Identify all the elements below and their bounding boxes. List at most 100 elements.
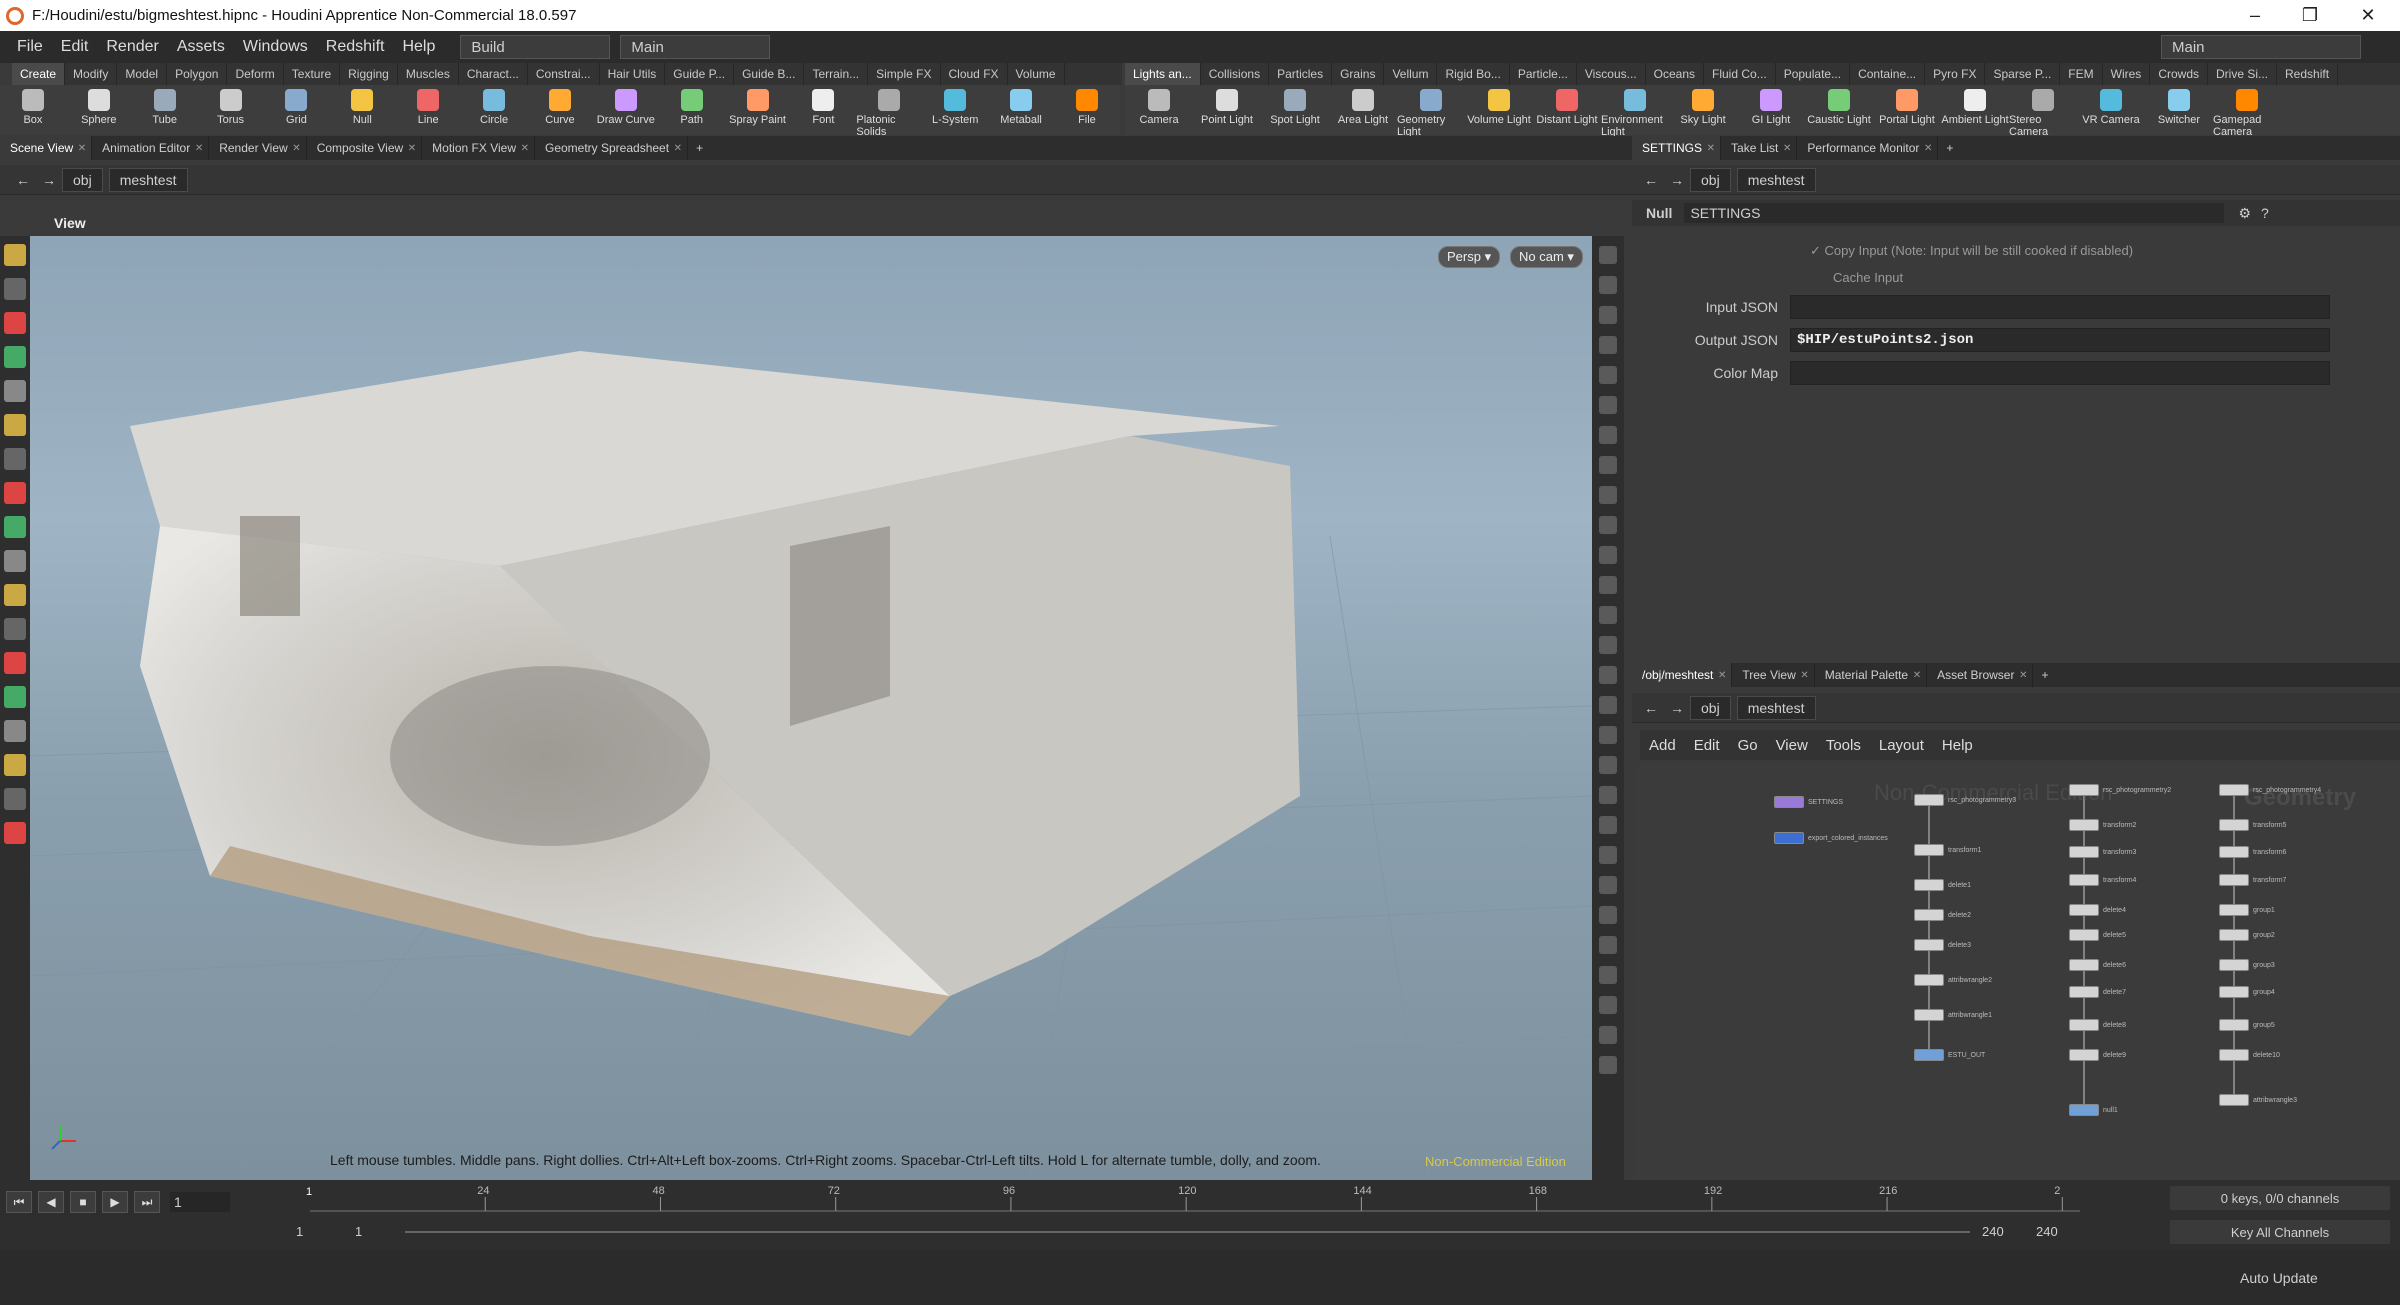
forward-arrow-icon[interactable]: → xyxy=(42,172,56,188)
tab-close-icon[interactable]: ✕ xyxy=(408,143,416,154)
net-back-icon[interactable]: ← xyxy=(1644,700,1658,716)
tab-take-list[interactable]: Take List ✕ xyxy=(1721,136,1798,160)
right-desktop-selector[interactable]: Main xyxy=(2161,35,2361,59)
menu-file[interactable]: File xyxy=(8,38,52,56)
display-option-4-icon[interactable] xyxy=(1599,366,1617,384)
network-node-settings[interactable]: SETTINGS xyxy=(1774,796,1843,808)
tool-curve[interactable]: Curve xyxy=(527,85,593,126)
network-menu-help[interactable]: Help xyxy=(1933,737,1982,754)
timeline-ruler[interactable]: 24 48 72 96 120 144 168 192 216 2 1 xyxy=(290,1183,2080,1219)
parm-back-icon[interactable]: ← xyxy=(1644,172,1658,188)
display-option-27-icon[interactable] xyxy=(1599,1056,1617,1074)
display-option-14-icon[interactable] xyxy=(1599,666,1617,684)
add-tab-icon[interactable]: + xyxy=(696,141,703,155)
network-menu-layout[interactable]: Layout xyxy=(1870,737,1933,754)
tab-obj-meshtest[interactable]: /obj/meshtest ✕ xyxy=(1632,663,1733,687)
shelf-tab-modify[interactable]: Modify xyxy=(65,63,118,85)
network-node-transform7[interactable]: transform7 xyxy=(2219,874,2286,886)
output-json-field[interactable]: $HIP/estuPoints2.json xyxy=(1790,328,2330,352)
display-option-15-icon[interactable] xyxy=(1599,696,1617,714)
gear-icon[interactable]: ⚙ xyxy=(2238,205,2251,222)
tab-close-icon[interactable]: ✕ xyxy=(78,143,86,154)
tab-close-icon[interactable]: ✕ xyxy=(1800,670,1808,681)
jump-end-icon[interactable]: ⏭ xyxy=(134,1191,160,1213)
play-reverse-icon[interactable]: ◀ xyxy=(38,1191,64,1213)
display-option-9-icon[interactable] xyxy=(1599,516,1617,534)
network-node-delete2[interactable]: delete2 xyxy=(1914,909,1971,921)
range-end2-field[interactable]: 240 xyxy=(2036,1224,2058,1239)
viewport-tool-5-icon[interactable] xyxy=(4,414,26,436)
shelf-tab-pyro-fx[interactable]: Pyro FX xyxy=(1925,63,1986,85)
back-arrow-icon[interactable]: ← xyxy=(16,172,30,188)
tab-tree-view[interactable]: Tree View ✕ xyxy=(1732,663,1815,687)
tool-box[interactable]: Box xyxy=(0,85,66,126)
tool-metaball[interactable]: Metaball xyxy=(988,85,1054,126)
shelf-tab-vellum[interactable]: Vellum xyxy=(1384,63,1438,85)
parm-path-root[interactable]: obj xyxy=(1690,167,1731,192)
network-node-attribwrangle1[interactable]: attribwrangle1 xyxy=(1914,1009,1992,1021)
display-option-12-icon[interactable] xyxy=(1599,606,1617,624)
tool-switcher[interactable]: Switcher xyxy=(2145,85,2213,126)
camera-menu[interactable]: No cam ▾ xyxy=(1510,246,1583,268)
menu-help[interactable]: Help xyxy=(393,38,444,56)
tab-close-icon[interactable]: ✕ xyxy=(1913,670,1921,681)
viewport-tool-2-icon[interactable] xyxy=(4,312,26,334)
tool-spray-paint[interactable]: Spray Paint xyxy=(725,85,791,126)
node-name-field[interactable]: SETTINGS xyxy=(1684,203,2225,223)
network-node-group2[interactable]: group2 xyxy=(2219,929,2275,941)
tab-close-icon[interactable]: ✕ xyxy=(1924,143,1932,154)
range-start2-field[interactable]: 1 xyxy=(355,1224,362,1239)
shelf-tab-rigid-bo[interactable]: Rigid Bo... xyxy=(1437,63,1510,85)
auto-update-menu[interactable]: Auto Update xyxy=(2240,1270,2318,1286)
shelf-tab-constrai[interactable]: Constrai... xyxy=(528,63,600,85)
range-start-field[interactable]: 1 xyxy=(296,1224,303,1239)
tool-gamepad-camera[interactable]: Gamepad Camera xyxy=(2213,85,2281,138)
tab-geometry-spreadsheet[interactable]: Geometry Spreadsheet ✕ xyxy=(535,136,689,160)
tab-close-icon[interactable]: ✕ xyxy=(292,143,300,154)
help-icon[interactable]: ? xyxy=(2261,205,2269,221)
tab-scene-view[interactable]: Scene View ✕ xyxy=(0,136,93,160)
shelf-tab-viscous[interactable]: Viscous... xyxy=(1577,63,1646,85)
tab-material-palette[interactable]: Material Palette ✕ xyxy=(1815,663,1928,687)
tool-area-light[interactable]: Area Light xyxy=(1329,85,1397,126)
stop-icon[interactable]: ■ xyxy=(70,1191,96,1213)
viewport-tool-6-icon[interactable] xyxy=(4,448,26,470)
tool-ambient-light[interactable]: Ambient Light xyxy=(1941,85,2009,126)
viewport-tool-9-icon[interactable] xyxy=(4,550,26,572)
shelf-tab-create[interactable]: Create xyxy=(12,63,66,85)
shelf-tab-charact[interactable]: Charact... xyxy=(459,63,528,85)
copy-input-checkbox[interactable]: ✓ Copy Input (Note: Input will be still … xyxy=(1810,243,2133,259)
network-node-export-colored-instances[interactable]: export_colored_instances xyxy=(1774,832,1888,844)
network-node-delete6[interactable]: delete6 xyxy=(2069,959,2126,971)
display-option-18-icon[interactable] xyxy=(1599,786,1617,804)
network-node-attribwrangle2[interactable]: attribwrangle2 xyxy=(1914,974,1992,986)
add-tab-icon[interactable]: + xyxy=(1946,141,1953,155)
network-node-delete5[interactable]: delete5 xyxy=(2069,929,2126,941)
shelf-tab-deform[interactable]: Deform xyxy=(227,63,284,85)
shelf-tab-rigging[interactable]: Rigging xyxy=(340,63,398,85)
menu-assets[interactable]: Assets xyxy=(168,38,234,56)
shelf-tab-texture[interactable]: Texture xyxy=(284,63,341,85)
network-node-group5[interactable]: group5 xyxy=(2219,1019,2275,1031)
viewport-tool-17-icon[interactable] xyxy=(4,822,26,844)
shelf-tab-populate[interactable]: Populate... xyxy=(1776,63,1851,85)
parm-path-node[interactable]: meshtest xyxy=(1736,167,1816,192)
viewport-tool-10-icon[interactable] xyxy=(4,584,26,606)
network-node-transform1[interactable]: transform1 xyxy=(1914,844,1981,856)
display-option-11-icon[interactable] xyxy=(1599,576,1617,594)
shelf-tab-grains[interactable]: Grains xyxy=(1332,63,1385,85)
shelf-tab-fluid-co[interactable]: Fluid Co... xyxy=(1704,63,1776,85)
network-node-transform6[interactable]: transform6 xyxy=(2219,846,2286,858)
network-node-delete3[interactable]: delete3 xyxy=(1914,939,1971,951)
tool-grid[interactable]: Grid xyxy=(264,85,330,126)
tool-spot-light[interactable]: Spot Light xyxy=(1261,85,1329,126)
viewport-tool-4-icon[interactable] xyxy=(4,380,26,402)
tool-l-system[interactable]: L-System xyxy=(922,85,988,126)
tab-close-icon[interactable]: ✕ xyxy=(674,143,682,154)
network-node-rsc-photogrammetry2[interactable]: rsc_photogrammetry2 xyxy=(2069,784,2171,796)
display-option-26-icon[interactable] xyxy=(1599,1026,1617,1044)
shelf-tab-guide-b[interactable]: Guide B... xyxy=(734,63,805,85)
path-node[interactable]: meshtest xyxy=(108,167,188,192)
network-node-null1[interactable]: null1 xyxy=(2069,1104,2118,1116)
network-menu-add[interactable]: Add xyxy=(1640,737,1685,754)
